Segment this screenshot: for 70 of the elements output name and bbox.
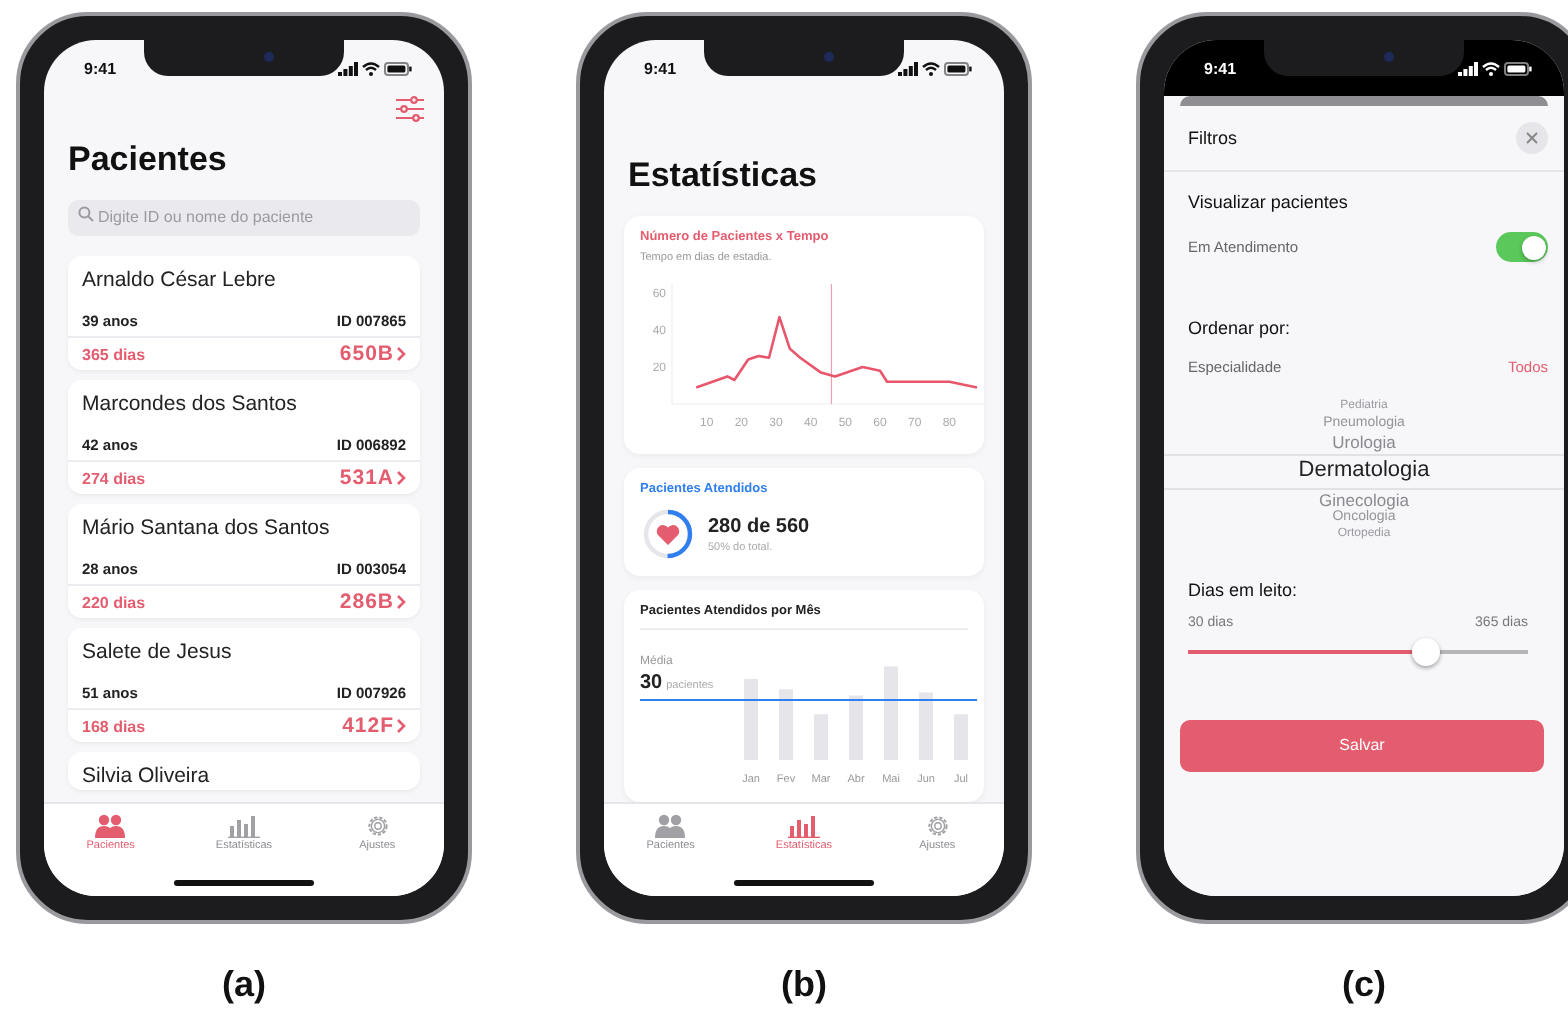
signal-icon: [898, 61, 918, 75]
settings-icon: [365, 814, 390, 838]
bar: [954, 714, 968, 760]
picker-item[interactable]: Dermatologia: [1164, 453, 1564, 490]
days-in-bed: 274 dias: [82, 469, 146, 487]
chevron-icon: [396, 594, 406, 610]
section-title: Dias em leito:: [1186, 579, 1300, 599]
wifi-icon: [362, 61, 380, 75]
search-field[interactable]: Digite ID ou nome do paciente: [68, 199, 420, 235]
slider-track[interactable]: [1188, 635, 1528, 667]
bed-code: 412F: [342, 714, 394, 738]
bar: [814, 714, 828, 760]
patient-name: Mário Santana dos Santos: [82, 516, 332, 542]
figure-caption: (b): [781, 964, 827, 1006]
bar-chart-icon: [227, 814, 260, 838]
people-icon: [94, 814, 127, 838]
signal-icon: [1458, 61, 1478, 75]
save-button[interactable]: Salvar: [1180, 719, 1544, 771]
section-title: Visualizar pacientes: [1186, 192, 1350, 212]
battery-icon: [1504, 61, 1532, 75]
reference-line: [830, 283, 833, 406]
patient-name: Arnaldo César Lebre: [82, 268, 278, 294]
picker-item[interactable]: Urologia: [1332, 432, 1396, 454]
days-in-bed: 365 dias: [82, 345, 146, 363]
sheet-title: Filtros: [1188, 128, 1237, 148]
chevron-icon: [396, 470, 406, 486]
bar: [744, 678, 758, 760]
filter-sliders-icon[interactable]: [396, 96, 424, 122]
search-icon: [78, 206, 94, 222]
patient-name: Salete de Jesus: [82, 640, 234, 666]
figure-caption: (a): [222, 964, 266, 1006]
toggle-switch[interactable]: [1496, 232, 1548, 262]
figure-caption: (c): [1342, 964, 1386, 1006]
battery-icon: [384, 61, 412, 75]
heart-icon: [656, 523, 680, 546]
chevron-icon: [396, 346, 406, 362]
wifi-icon: [922, 61, 940, 75]
bar-chart-icon: [787, 814, 820, 838]
chevron-icon: [396, 718, 406, 734]
bed-code: 650B: [339, 342, 394, 366]
picker-item[interactable]: Ginecologia: [1319, 489, 1409, 511]
attended-count: 280 de 560: [708, 515, 810, 538]
bar: [919, 692, 933, 760]
bed-code: 286B: [339, 590, 394, 614]
section-title: Ordenar por:: [1186, 318, 1293, 338]
home-indicator: [174, 880, 314, 886]
status-time: 9:41: [1204, 59, 1237, 77]
wifi-icon: [1482, 61, 1500, 75]
page-title: Estatísticas: [626, 154, 819, 196]
status-time: 9:41: [644, 59, 677, 77]
patient-card[interactable]: Silvia Oliveira: [68, 752, 420, 790]
bar: [849, 695, 863, 760]
home-indicator: [734, 880, 874, 886]
mean-value: 30: [640, 672, 663, 694]
days-in-bed: 168 dias: [82, 717, 146, 735]
page-title: Pacientes: [66, 138, 229, 180]
bed-code: 531A: [339, 466, 394, 490]
settings-icon: [925, 814, 950, 838]
battery-icon: [944, 61, 972, 75]
people-icon: [654, 814, 687, 838]
patient-name: Silvia Oliveira: [82, 764, 212, 790]
status-time: 9:41: [84, 59, 117, 77]
signal-icon: [338, 61, 358, 75]
patient-name: Marcondes dos Santos: [82, 392, 299, 418]
close-button[interactable]: [1516, 122, 1548, 154]
bar: [884, 666, 898, 760]
close-icon: [1526, 132, 1538, 144]
slider-thumb[interactable]: [1412, 637, 1440, 665]
bar: [779, 689, 793, 760]
days-in-bed: 220 dias: [82, 593, 146, 611]
